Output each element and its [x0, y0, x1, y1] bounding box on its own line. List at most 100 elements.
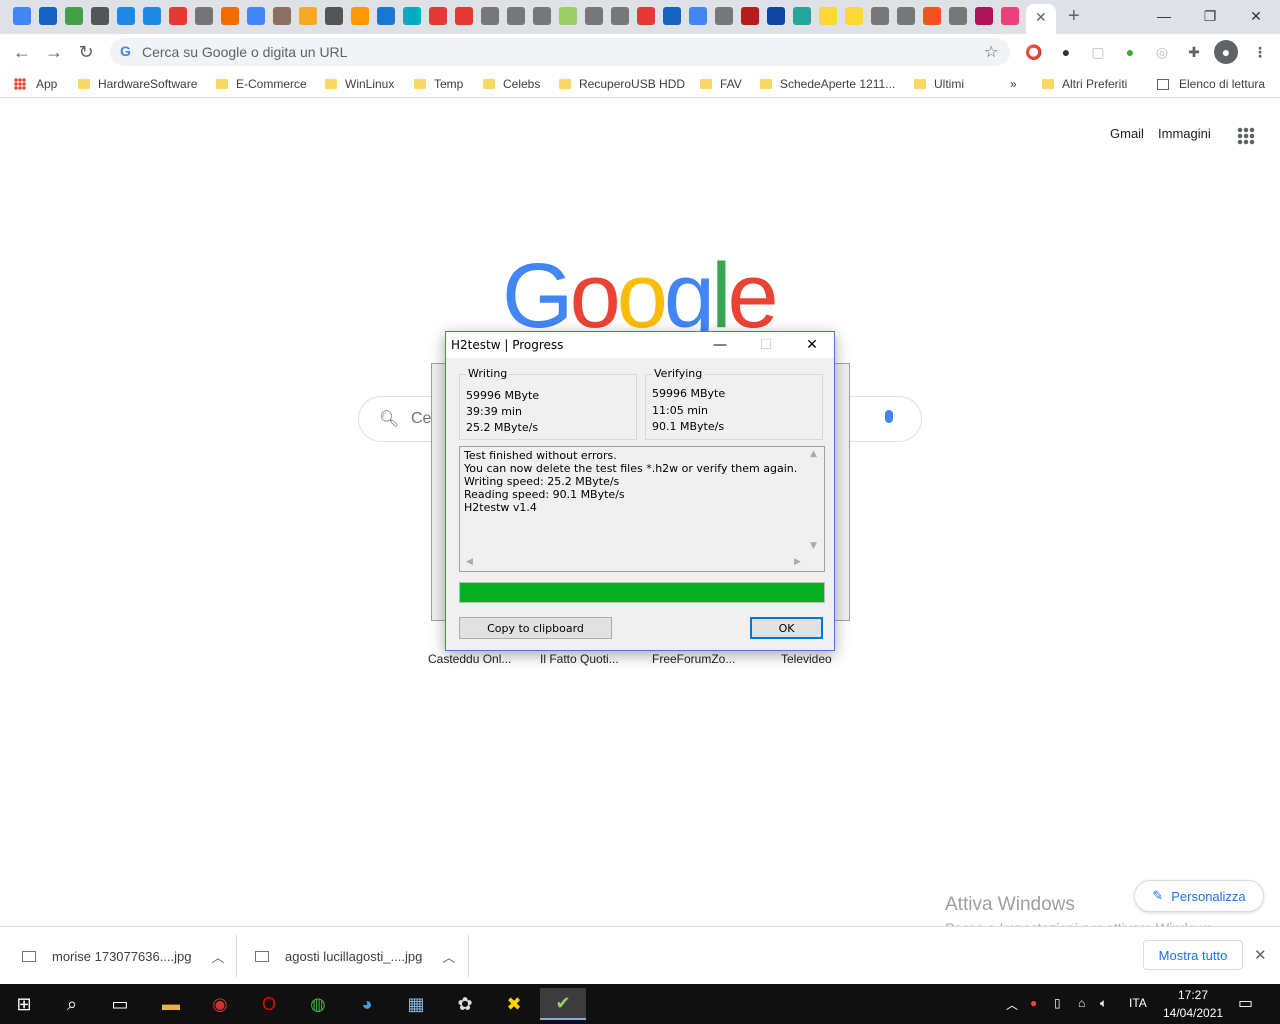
tab-favicon-icon[interactable]	[819, 7, 837, 25]
extension-icon[interactable]: ●	[1120, 42, 1140, 62]
new-tab-button[interactable]: +	[1068, 5, 1080, 28]
tab-favicon-icon[interactable]	[923, 7, 941, 25]
google-apps-icon[interactable]	[1237, 127, 1255, 145]
chevron-up-icon[interactable]: ︿	[442, 947, 455, 966]
bookmarks-overflow-button[interactable]: »	[1010, 76, 1017, 92]
edge-icon[interactable]: ◕	[351, 988, 383, 1020]
opera-icon[interactable]: O	[253, 988, 285, 1020]
notification-center-icon[interactable]: ▭	[1238, 993, 1253, 1013]
extension-icon[interactable]: ◎	[1152, 42, 1172, 62]
shortcut-tile[interactable]: FreeForumZo...	[652, 652, 735, 666]
scroll-right-arrow-icon[interactable]: ▶	[794, 557, 801, 567]
bookmark-folder[interactable]: E-Commerce	[216, 76, 307, 92]
tab-favicon-icon[interactable]	[169, 7, 187, 25]
tab-favicon-icon[interactable]	[377, 7, 395, 25]
dialog-titlebar[interactable]: H2testw | Progress — ☐ ✕	[446, 332, 834, 358]
tab-favicon-icon[interactable]	[507, 7, 525, 25]
tab-favicon-icon[interactable]	[455, 7, 473, 25]
gmail-link[interactable]: Gmail	[1110, 126, 1144, 141]
tab-favicon-icon[interactable]	[845, 7, 863, 25]
chevron-up-icon[interactable]: ︿	[211, 947, 224, 966]
tab-favicon-icon[interactable]	[1001, 7, 1019, 25]
tray-app-icon[interactable]: ●	[1030, 996, 1037, 1010]
tab-favicon-icon[interactable]	[221, 7, 239, 25]
scroll-down-arrow-icon[interactable]: ▼	[810, 541, 817, 551]
tab-favicon-icon[interactable]	[611, 7, 629, 25]
reload-button[interactable]: ↻	[74, 40, 98, 64]
bookmark-folder[interactable]: Ultimi	[914, 76, 964, 92]
scroll-left-arrow-icon[interactable]: ◀	[466, 557, 473, 567]
network-icon[interactable]: ⌂	[1078, 996, 1085, 1010]
tab-favicon-icon[interactable]	[429, 7, 447, 25]
active-tab[interactable]: ✕	[1026, 4, 1056, 34]
profile-avatar-icon[interactable]: ●	[1214, 40, 1238, 64]
tab-favicon-icon[interactable]	[117, 7, 135, 25]
input-language[interactable]: ITA	[1129, 996, 1147, 1010]
tab-favicon-icon[interactable]	[247, 7, 265, 25]
tab-favicon-icon[interactable]	[403, 7, 421, 25]
shortcut-tile[interactable]: Casteddu Onl...	[428, 652, 511, 666]
tab-favicon-icon[interactable]	[65, 7, 83, 25]
result-log[interactable]: Test finished without errors. You can no…	[459, 446, 825, 572]
shortcut-tile[interactable]: Televideo	[781, 652, 832, 666]
chrome-icon[interactable]: ◍	[302, 988, 334, 1020]
tab-favicon-icon[interactable]	[143, 7, 161, 25]
shortcut-tile[interactable]: Il Fatto Quoti...	[540, 652, 619, 666]
restore-window-button[interactable]: ❐	[1187, 4, 1233, 28]
clock-date[interactable]: 14/04/2021	[1163, 1006, 1223, 1020]
scroll-up-arrow-icon[interactable]: ▲	[810, 449, 817, 459]
tab-favicon-icon[interactable]	[13, 7, 31, 25]
opera-extension-icon[interactable]: ⭕	[1024, 42, 1044, 62]
tab-favicon-icon[interactable]	[949, 7, 967, 25]
tab-favicon-icon[interactable]	[325, 7, 343, 25]
images-link[interactable]: Immagini	[1158, 126, 1211, 141]
bookmark-folder[interactable]: HardwareSoftware	[78, 76, 197, 92]
volume-icon[interactable]: 🔈︎	[1100, 996, 1107, 1011]
tab-favicon-icon[interactable]	[299, 7, 317, 25]
puzzle-icon[interactable]: ✚	[1184, 42, 1204, 62]
show-all-downloads-button[interactable]: Mostra tutto	[1143, 940, 1243, 970]
clock-time[interactable]: 17:27	[1178, 988, 1208, 1002]
app-icon[interactable]: ✖	[498, 988, 530, 1020]
tab-favicon-icon[interactable]	[793, 7, 811, 25]
tab-favicon-icon[interactable]	[897, 7, 915, 25]
close-tab-icon[interactable]: ✕	[1035, 9, 1047, 26]
windows-start-icon[interactable]: ⊞	[8, 988, 40, 1020]
tab-favicon-icon[interactable]	[481, 7, 499, 25]
omnibox[interactable]: G Cerca su Google o digita un URL ☆	[110, 38, 1010, 66]
download-item[interactable]: morise 173077636....jpg ︿	[22, 927, 225, 985]
search-icon[interactable]: ⌕	[56, 988, 88, 1020]
tab-favicon-icon[interactable]	[195, 7, 213, 25]
tab-favicon-icon[interactable]	[741, 7, 759, 25]
bookmark-folder[interactable]: FAV	[700, 76, 742, 92]
bookmark-folder[interactable]: Temp	[414, 76, 463, 92]
tab-favicon-icon[interactable]	[533, 7, 551, 25]
ok-button[interactable]: OK	[750, 617, 823, 639]
minimize-dialog-button[interactable]: —	[698, 332, 742, 358]
tab-favicon-icon[interactable]	[767, 7, 785, 25]
app-icon[interactable]: ✿	[449, 988, 481, 1020]
back-button[interactable]: ←	[10, 40, 34, 64]
tab-favicon-icon[interactable]	[663, 7, 681, 25]
personalize-button[interactable]: ✎ Personalizza	[1134, 880, 1264, 912]
tab-favicon-icon[interactable]	[273, 7, 291, 25]
close-dialog-button[interactable]: ✕	[790, 332, 834, 358]
h2testw-taskbar-icon[interactable]: ✔	[540, 988, 586, 1020]
file-explorer-icon[interactable]: ▬	[155, 988, 187, 1020]
tab-favicon-icon[interactable]	[975, 7, 993, 25]
task-view-icon[interactable]: ▭	[104, 988, 136, 1020]
tab-favicon-icon[interactable]	[637, 7, 655, 25]
minimize-window-button[interactable]: —	[1141, 4, 1187, 28]
tab-favicon-icon[interactable]	[91, 7, 109, 25]
bookmark-folder[interactable]: SchedeAperte 1211...	[760, 76, 895, 92]
tab-favicon-icon[interactable]	[39, 7, 57, 25]
bookmark-folder[interactable]: Celebs	[483, 76, 540, 92]
tab-favicon-icon[interactable]	[689, 7, 707, 25]
extension-icon[interactable]: ●	[1056, 42, 1076, 62]
menu-kebab-icon[interactable]: ⋮	[1250, 42, 1270, 62]
close-download-bar-icon[interactable]: ✕	[1254, 946, 1267, 964]
other-bookmarks-folder[interactable]: Altri Preferiti	[1042, 76, 1127, 92]
tab-favicon-icon[interactable]	[715, 7, 733, 25]
forward-button[interactable]: →	[42, 40, 66, 64]
calculator-icon[interactable]: ▦	[400, 988, 432, 1020]
